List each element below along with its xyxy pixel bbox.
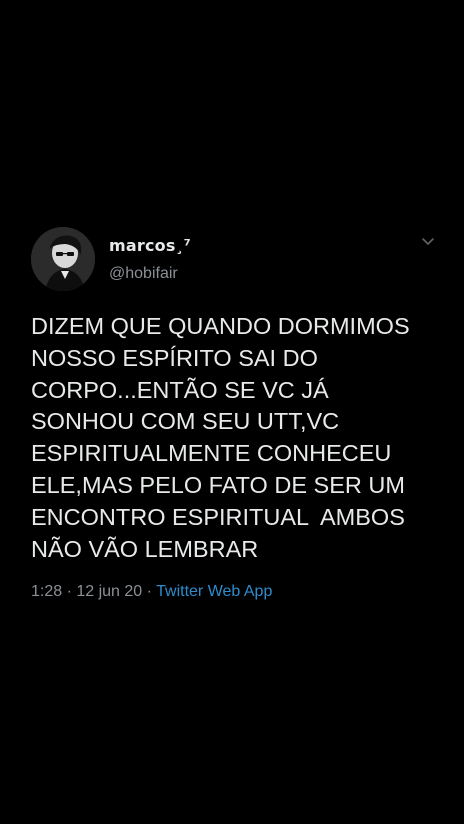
- tweet-meta: 1:28 · 12 jun 20 · Twitter Web App: [31, 583, 272, 601]
- tweet-card: marcos¸⁷ @hobifair DIZEM QUE QUANDO DORM…: [0, 0, 464, 824]
- tweet-time[interactable]: 1:28: [31, 583, 62, 600]
- display-name[interactable]: marcos¸⁷: [109, 236, 191, 255]
- avatar[interactable]: [31, 227, 95, 291]
- tweet-source-link[interactable]: Twitter Web App: [156, 583, 272, 600]
- tweet-date[interactable]: 12 jun 20: [76, 583, 142, 600]
- meta-separator: ·: [62, 583, 77, 600]
- profile-photo-icon: [31, 227, 95, 291]
- tweet-text: DIZEM QUE QUANDO DORMIMOS NOSSO ESPÍRITO…: [31, 313, 410, 562]
- meta-separator: ·: [142, 583, 157, 600]
- user-handle[interactable]: @hobifair: [109, 265, 178, 283]
- chevron-down-icon[interactable]: [420, 236, 436, 248]
